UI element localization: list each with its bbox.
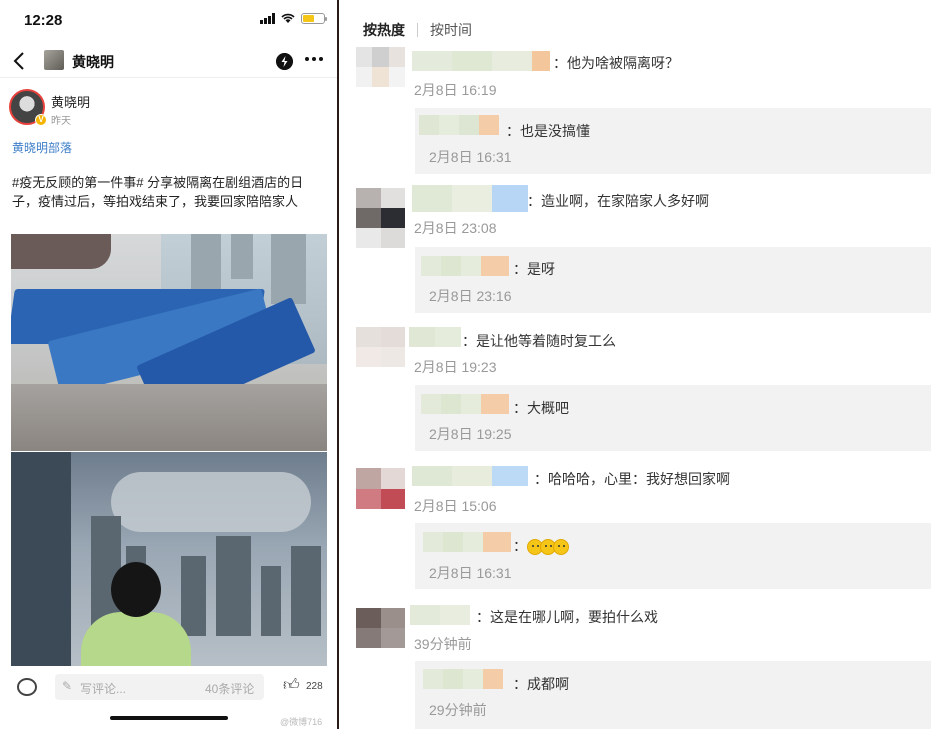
bolt-icon[interactable] bbox=[276, 53, 293, 70]
commenter-avatar[interactable] bbox=[356, 188, 405, 248]
comment-date: 2月8日 16:19 bbox=[414, 82, 497, 98]
reply-text: ：成都啊 bbox=[513, 676, 569, 692]
post-photo-window[interactable] bbox=[11, 452, 327, 666]
status-icons bbox=[260, 13, 327, 24]
commenter-name[interactable] bbox=[412, 51, 550, 71]
reply-text: ：大概吧 bbox=[513, 400, 569, 416]
comment-placeholder: 写评论... bbox=[80, 682, 127, 696]
comment-date: 2月8日 19:23 bbox=[414, 359, 497, 375]
comment-text: ：哈哈哈，心里：我好想回家啊 bbox=[534, 471, 730, 487]
status-bar: 12:28 bbox=[0, 0, 337, 40]
pencil-icon: ✎ bbox=[62, 679, 73, 693]
reply-author-name[interactable] bbox=[423, 669, 503, 689]
reply-author-name[interactable] bbox=[419, 115, 499, 135]
post-photo-books[interactable] bbox=[11, 234, 327, 451]
reply-text: ：是呀 bbox=[513, 261, 555, 277]
commenter-name[interactable] bbox=[412, 466, 528, 486]
comment-date: 39分钟前 bbox=[414, 636, 472, 652]
reply-date: 2月8日 23:16 bbox=[429, 288, 512, 304]
commenter-avatar[interactable] bbox=[356, 47, 405, 87]
comment-count[interactable]: 40条评论 bbox=[205, 680, 254, 697]
reply-text: ： bbox=[513, 536, 569, 556]
signal-icon bbox=[260, 13, 275, 24]
wifi-icon bbox=[281, 13, 295, 23]
nav-bar: 黄晓明 bbox=[0, 44, 337, 78]
commenter-avatar[interactable] bbox=[356, 327, 405, 367]
bottom-action-bar: ✎ 写评论... 40条评论 👍︎ 228 bbox=[0, 668, 337, 708]
tab-sort-by-hot[interactable]: 按热度 bbox=[363, 20, 405, 40]
reply-date: 2月8日 16:31 bbox=[429, 149, 512, 165]
post-time: 昨天 bbox=[51, 116, 71, 127]
verified-badge-icon: V bbox=[35, 114, 47, 126]
more-icon[interactable] bbox=[305, 57, 323, 61]
sort-tabs: 按热度 按时间 bbox=[363, 20, 472, 40]
reply-text: ：也是没搞懂 bbox=[506, 123, 590, 139]
back-chevron-icon[interactable] bbox=[10, 50, 28, 72]
comments-panel: 按热度 按时间 ：他为啥被隔离呀？ 2月8日 16:19 ：也是没搞懂 2月8日… bbox=[339, 0, 931, 729]
weibo-post-panel: 12:28 黄晓明 V 黄晓明 昨天 黄晓明部落 #疫无反顾的第一件事# 分享被… bbox=[0, 0, 337, 729]
like-count: 228 bbox=[306, 681, 323, 692]
thumbs-up-icon[interactable]: 👍︎ bbox=[283, 677, 301, 695]
reply-date: 29分钟前 bbox=[429, 702, 487, 718]
comment-text: ：造业啊，在家陪家人多好啊 bbox=[527, 193, 709, 209]
tribe-link[interactable]: 黄晓明部落 bbox=[12, 139, 72, 156]
emoji-reaction-icon[interactable] bbox=[17, 678, 37, 696]
commenter-avatar[interactable] bbox=[356, 468, 405, 509]
watermark: @微博716 bbox=[280, 717, 323, 727]
commenter-avatar[interactable] bbox=[356, 608, 405, 648]
nav-avatar[interactable] bbox=[44, 50, 64, 70]
reply-author-name[interactable] bbox=[421, 394, 509, 414]
commenter-name[interactable] bbox=[410, 605, 470, 625]
post-text: #疫无反顾的第一件事# 分享被隔离在剧组酒店的日子，疫情过后，等拍戏结束了，我要… bbox=[12, 175, 304, 209]
nav-title: 黄晓明 bbox=[72, 54, 114, 70]
home-indicator bbox=[110, 716, 228, 720]
comment-date: 2月8日 15:06 bbox=[414, 498, 497, 514]
status-time: 12:28 bbox=[24, 12, 63, 29]
comment-date: 2月8日 23:08 bbox=[414, 220, 497, 236]
battery-icon bbox=[301, 13, 327, 24]
tab-sort-by-time[interactable]: 按时间 bbox=[430, 20, 472, 40]
author-name[interactable]: 黄晓明 bbox=[51, 92, 90, 111]
comment-text: ：这是在哪儿啊，要拍什么戏 bbox=[476, 609, 658, 625]
reply-author-name[interactable] bbox=[421, 256, 509, 276]
screenshot-root: 12:28 黄晓明 V 黄晓明 昨天 黄晓明部落 #疫无反顾的第一件事# 分享被… bbox=[0, 0, 931, 729]
reply-date: 2月8日 16:31 bbox=[429, 565, 512, 581]
commenter-name[interactable] bbox=[412, 185, 528, 212]
commenter-name[interactable] bbox=[409, 327, 461, 347]
comment-text: ：他为啥被隔离呀？ bbox=[553, 55, 679, 71]
comment-text: ：是让他等着随时复工么 bbox=[462, 333, 616, 349]
reply-date: 2月8日 19:25 bbox=[429, 426, 512, 442]
reply-author-name[interactable] bbox=[423, 532, 511, 552]
emoji-icon bbox=[553, 539, 569, 556]
